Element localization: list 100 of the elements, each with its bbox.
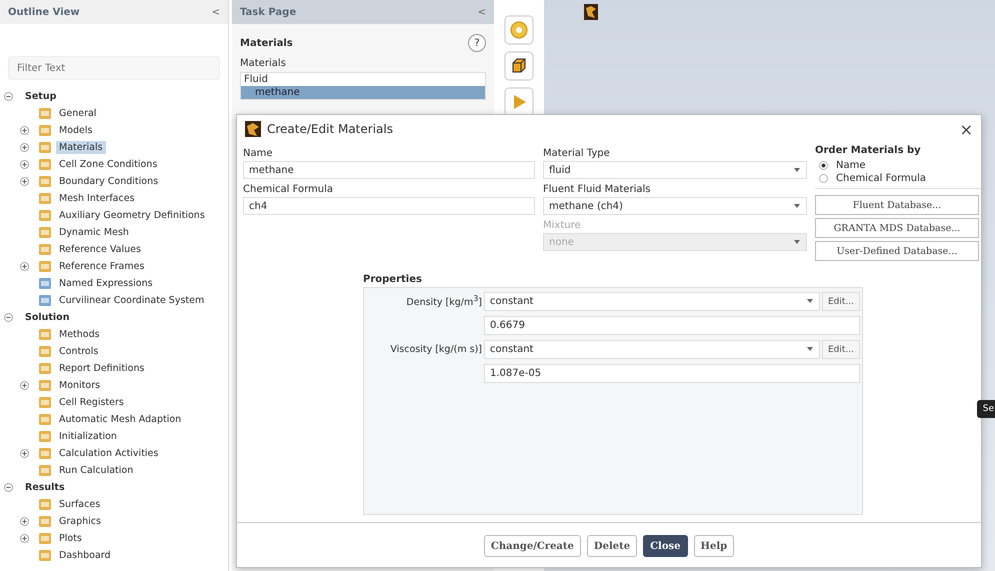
tree-item[interactable]: Dynamic Mesh: [56, 226, 132, 239]
edit-button[interactable]: Edit...: [822, 340, 860, 359]
database-button[interactable]: User-Defined Database...: [815, 241, 979, 261]
radio-label: Name: [836, 160, 866, 171]
list-item[interactable]: Fluid: [241, 73, 485, 86]
tree-item[interactable]: Mesh Interfaces: [56, 192, 138, 205]
collapse-button[interactable]: <: [478, 6, 486, 18]
field-label: Mixture: [543, 219, 582, 233]
expand-toggle[interactable]: [20, 534, 29, 543]
close-button[interactable]: ×: [960, 120, 973, 138]
expand-toggle[interactable]: [20, 143, 29, 152]
dialog-button[interactable]: Change/Create: [484, 535, 581, 557]
tree-item-icon: [38, 549, 52, 562]
tree-item[interactable]: Plots: [56, 532, 85, 545]
tree-item-icon: [38, 396, 52, 409]
tree-item-icon: [38, 107, 52, 120]
radio-button[interactable]: [819, 161, 828, 170]
tree-item[interactable]: Boundary Conditions: [56, 175, 162, 188]
expand-toggle[interactable]: [20, 126, 29, 135]
tree-item-icon: [38, 515, 52, 528]
tree-item-icon: [38, 226, 52, 239]
tree-item[interactable]: Automatic Mesh Adaption: [56, 413, 184, 426]
expand-toggle[interactable]: [20, 177, 29, 186]
tree-item[interactable]: Curvilinear Coordinate System: [56, 294, 208, 307]
expand-toggle[interactable]: [4, 483, 13, 492]
tree-item-icon: [38, 362, 52, 375]
value-field[interactable]: 1.087e-05: [484, 364, 860, 383]
formula-field[interactable]: ch4: [243, 197, 535, 215]
collapse-button[interactable]: <: [212, 6, 220, 18]
expand-toggle[interactable]: [20, 449, 29, 458]
expand-toggle[interactable]: [20, 262, 29, 271]
radio-button[interactable]: [819, 174, 828, 183]
dropdown[interactable]: constant: [484, 340, 820, 359]
tree-item-icon: [38, 328, 52, 341]
dialog-button[interactable]: Close: [643, 535, 688, 557]
field-label: Chemical Formula: [243, 183, 334, 197]
value-field[interactable]: 0.6679: [484, 316, 860, 335]
tree-item[interactable]: Results: [22, 481, 68, 494]
tree-item-icon: [38, 124, 52, 137]
tree-item[interactable]: Methods: [56, 328, 103, 341]
tree-item-icon: [38, 209, 52, 222]
side-tab[interactable]: Se: [976, 400, 995, 418]
tree-item-icon: [38, 294, 52, 307]
database-button[interactable]: GRANTA MDS Database...: [815, 218, 979, 238]
expand-toggle[interactable]: [20, 517, 29, 526]
list-label: Materials: [239, 58, 287, 71]
tree-item[interactable]: Cell Zone Conditions: [56, 158, 160, 171]
tree-item-icon: [38, 277, 52, 290]
property-label: Viscosity [kg/(m s)]: [389, 344, 482, 355]
tree-item[interactable]: Graphics: [56, 515, 104, 528]
tree-item[interactable]: Models: [56, 124, 96, 137]
dropdown[interactable]: fluid: [543, 161, 807, 179]
tree-item[interactable]: Run Calculation: [56, 464, 136, 477]
tree-item[interactable]: Solution: [22, 311, 72, 324]
tree-item[interactable]: Monitors: [56, 379, 104, 392]
tree-item-icon: [38, 260, 52, 273]
tree-item[interactable]: Setup: [22, 90, 60, 103]
edit-button[interactable]: Edit...: [822, 292, 860, 311]
tree-item-icon: [38, 345, 52, 358]
tree-item[interactable]: Controls: [56, 345, 102, 358]
group-title: Order Materials by: [815, 145, 922, 156]
list-item[interactable]: methane: [241, 86, 485, 99]
dialog-button[interactable]: Delete: [586, 535, 638, 557]
database-button[interactable]: Fluent Database...: [815, 195, 979, 215]
tree-item-icon: [38, 158, 52, 171]
tree-item-icon: [38, 532, 52, 545]
dropdown[interactable]: methane (ch4): [543, 197, 807, 215]
tree-item[interactable]: Cell Registers: [56, 396, 127, 409]
tree-item-icon: [38, 413, 52, 426]
tree-item-icon: [38, 430, 52, 443]
filter-field[interactable]: Filter Text: [8, 56, 220, 80]
expand-toggle[interactable]: [4, 92, 13, 101]
tree-item[interactable]: Dashboard: [56, 549, 114, 562]
dialog-button[interactable]: Help: [694, 535, 734, 557]
field-label: Name: [243, 147, 274, 161]
expand-toggle[interactable]: [20, 160, 29, 169]
field-label: Material Type: [543, 147, 611, 161]
help-button[interactable]: ?: [468, 34, 486, 52]
tree-item[interactable]: General: [56, 107, 100, 120]
dropdown[interactable]: constant: [484, 292, 820, 311]
task-heading: Materials: [240, 38, 293, 48]
logo-icon: [245, 121, 261, 137]
tree-item[interactable]: Materials: [56, 141, 106, 154]
tree-item[interactable]: Named Expressions: [56, 277, 156, 290]
cube-icon[interactable]: [504, 51, 534, 81]
expand-toggle[interactable]: [4, 313, 13, 322]
expand-toggle[interactable]: [20, 381, 29, 390]
tree-item[interactable]: Auxiliary Geometry Definitions: [56, 209, 208, 222]
tree-item[interactable]: Calculation Activities: [56, 447, 162, 460]
tree-item[interactable]: Reference Frames: [56, 260, 148, 273]
tree-item[interactable]: Reference Values: [56, 243, 144, 256]
name-field[interactable]: methane: [243, 161, 535, 179]
tree-item-icon: [38, 175, 52, 188]
tree-item[interactable]: Report Definitions: [56, 362, 148, 375]
logo-icon: [584, 4, 598, 20]
tree-item[interactable]: Surfaces: [56, 498, 104, 511]
radio-label: Chemical Formula: [836, 173, 926, 184]
tree-item[interactable]: Initialization: [56, 430, 120, 443]
tree-item-icon: [38, 447, 52, 460]
panel-title: Outline View: [8, 6, 80, 18]
